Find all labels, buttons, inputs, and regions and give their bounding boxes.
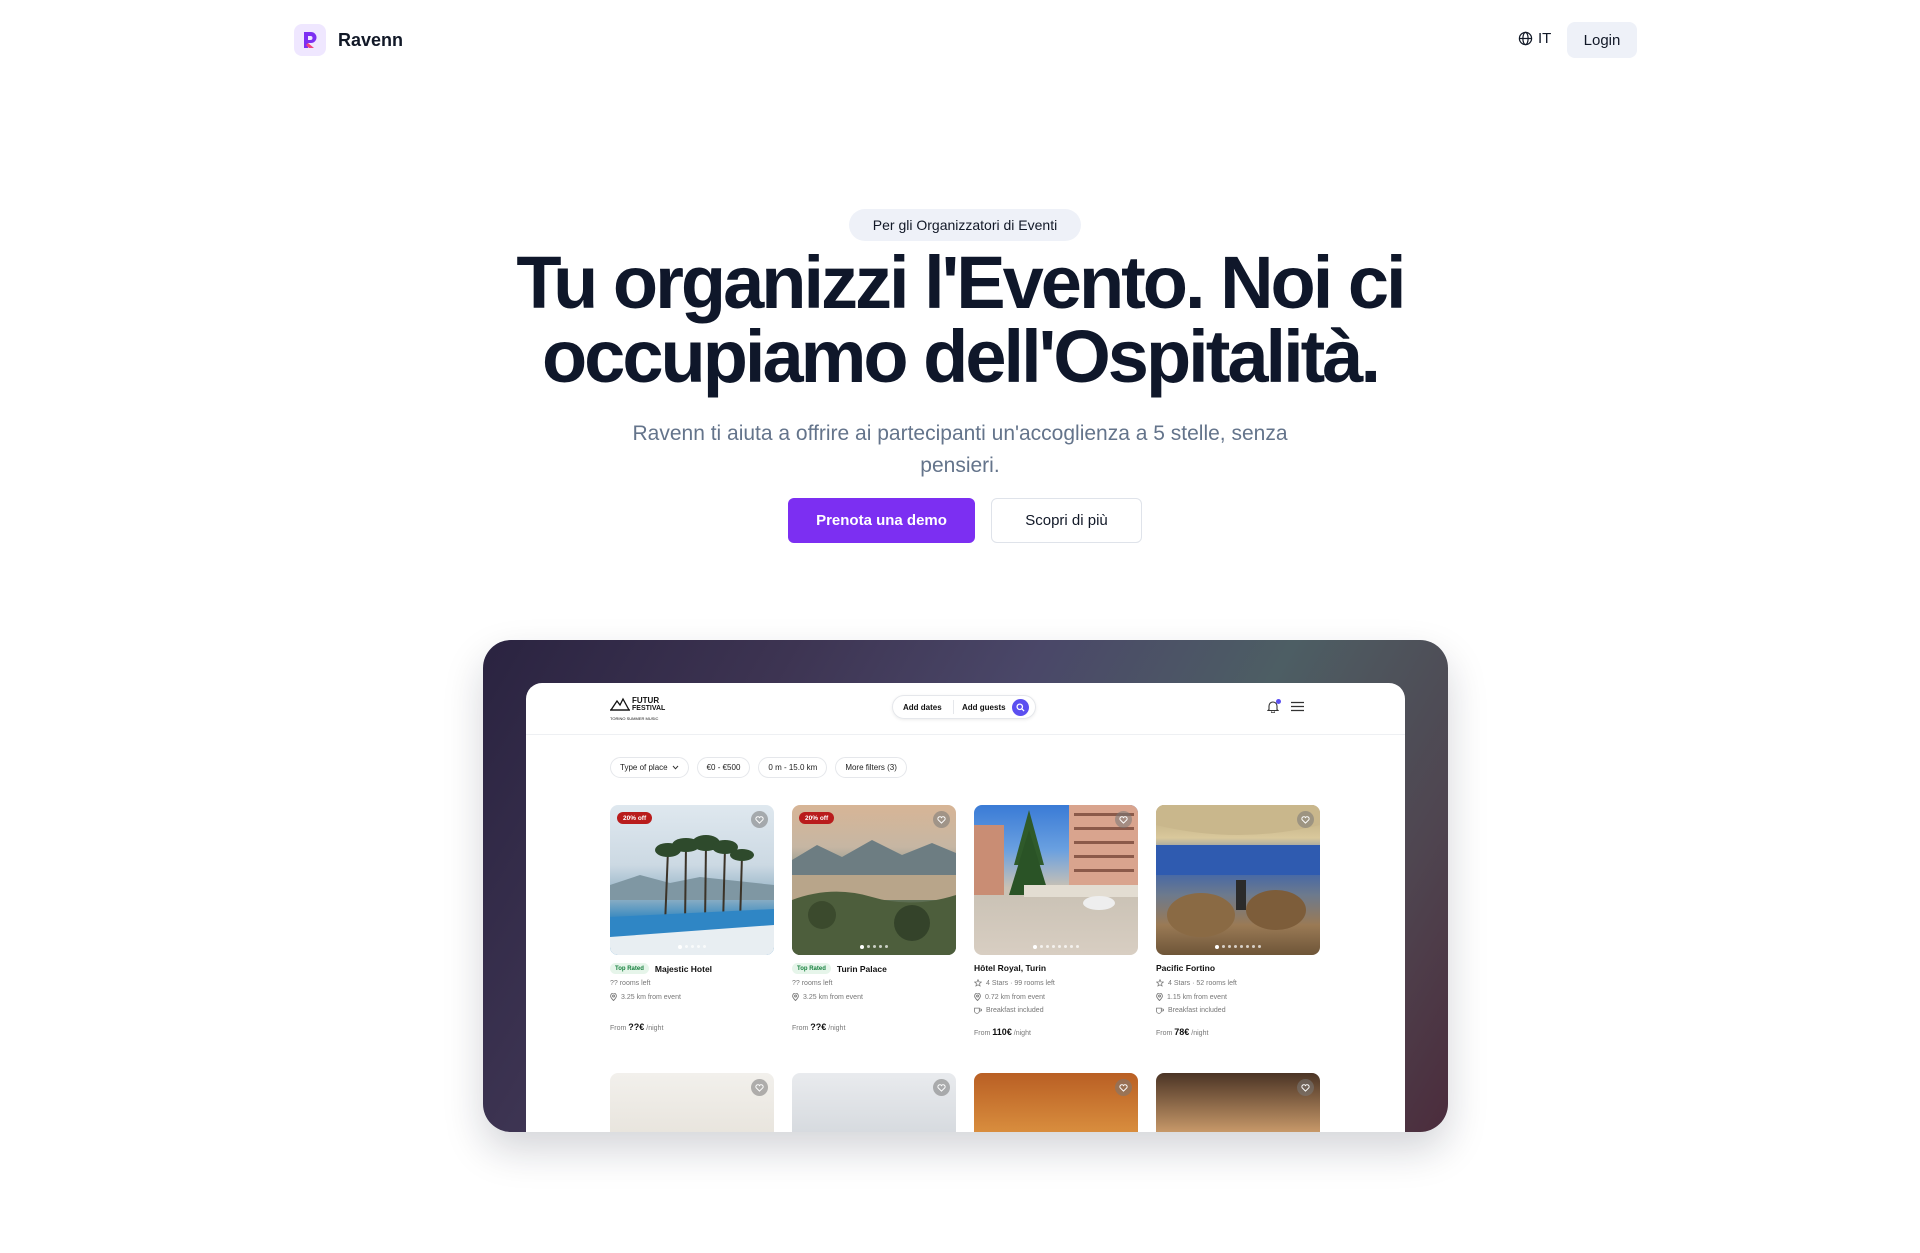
location-pin-icon [1156,993,1163,1001]
rooms-left: ?? rooms left [792,980,833,987]
event-logo-line1: FUTUR [632,696,660,705]
hotel-image[interactable] [1156,805,1320,955]
breakfast: Breakfast included [1156,1007,1320,1014]
filter-label: Type of place [620,763,668,772]
location-pin-icon [610,993,617,1001]
price: From 110€ /night [974,1027,1031,1037]
heart-icon[interactable] [751,811,768,828]
filter-type-of-place[interactable]: Type of place [610,757,689,778]
filter-bar: Type of place €0 - €500 0 m - 15.0 km Mo… [610,757,907,778]
discount-badge: 20% off [617,812,653,824]
add-dates-field[interactable]: Add dates [893,703,953,712]
price: From 78€ /night [1156,1027,1209,1037]
hotel-image[interactable]: 20% off [792,805,956,955]
star-icon [974,979,982,987]
hotel-image[interactable] [974,805,1138,955]
hotel-name: Turin Palace [836,963,887,974]
building-scene [974,805,1138,910]
hotel-image[interactable] [610,1073,774,1132]
hero-title: Tu organizzi l'Evento. Noi ci occupiamo … [516,241,1406,398]
distance: 3.25 km from event [792,993,956,1001]
image-carousel-dots [610,945,774,949]
brand[interactable]: Ravenn [294,24,403,56]
hotel-card[interactable] [792,1073,956,1132]
event-logo: FUTUR FESTIVAL TORINO SUMMER MUSIC [610,695,668,723]
notification-dot [1276,699,1281,704]
learn-more-button[interactable]: Scopri di più [991,498,1142,543]
palm-scene [610,835,774,955]
price: From ??€ /night [792,1022,846,1032]
heart-icon[interactable] [1115,811,1132,828]
brand-name: Ravenn [338,29,404,50]
rooms-left: ?? rooms left [610,980,651,987]
location-pin-icon [792,993,799,1001]
heart-icon[interactable] [933,811,950,828]
add-guests-field[interactable]: Add guests [954,703,1012,712]
discount-badge: 20% off [799,812,835,824]
distance: 1.15 km from event [1156,993,1320,1001]
distance: 3.25 km from event [610,993,774,1001]
book-demo-button[interactable]: Prenota una demo [788,498,975,543]
language-switcher[interactable]: IT [1518,30,1551,47]
image-carousel-dots [1156,945,1320,949]
language-code: IT [1538,30,1552,47]
menu-icon[interactable] [1291,701,1304,712]
filter-price[interactable]: €0 - €500 [696,757,751,778]
product-showcase: FUTUR FESTIVAL TORINO SUMMER MUSIC Add d… [483,640,1448,1132]
heart-icon[interactable] [751,1079,768,1096]
heart-icon[interactable] [1297,811,1314,828]
hotel-card[interactable] [610,1073,774,1132]
image-carousel-dots [974,945,1138,949]
heart-icon[interactable] [1297,1079,1314,1096]
login-button[interactable]: Login [1567,22,1637,58]
globe-icon [1518,31,1533,46]
heart-icon[interactable] [933,1079,950,1096]
ravenn-logo-icon [294,24,326,56]
search-button[interactable] [1012,698,1029,716]
hotel-image[interactable] [974,1073,1138,1132]
hotel-image[interactable] [792,1073,956,1132]
event-logo-line3: TORINO SUMMER MUSIC [610,716,659,721]
location-pin-icon [974,993,981,1001]
hero-subtitle: Ravenn ti aiuta a offrire ai partecipant… [632,422,1288,477]
hotel-card[interactable]: Pacific Fortino 4 Stars · 52 rooms left … [1156,805,1320,1037]
hotel-name: Hôtel Royal, Turin [974,963,1047,973]
hotel-card[interactable] [1156,1073,1320,1132]
hotel-image[interactable] [1156,1073,1320,1132]
search-icon [1016,702,1025,712]
hotel-card[interactable]: 20% off Top Rated Turin Palace ?? rooms … [792,805,956,1032]
distance: 0.72 km from event [974,993,1138,1001]
app-screenshot: FUTUR FESTIVAL TORINO SUMMER MUSIC Add d… [526,683,1405,1132]
hotel-card[interactable] [974,1073,1138,1132]
landscape-scene [792,840,956,955]
star-icon [1156,979,1164,987]
chevron-down-icon [672,765,678,770]
filter-distance[interactable]: 0 m - 15.0 km [758,757,828,778]
event-logo-line2: FESTIVAL [632,705,666,712]
hotel-image[interactable]: 20% off [610,805,774,955]
heart-icon[interactable] [1115,1079,1132,1096]
audience-badge: Per gli Organizzatori di Eventi [849,209,1081,241]
price: From ??€ /night [610,1022,664,1032]
stars-rooms: 4 Stars · 52 rooms left [1156,979,1320,987]
breakfast: Breakfast included [974,1007,1138,1014]
hotel-card[interactable]: Hôtel Royal, Turin 4 Stars · 99 rooms le… [974,805,1138,1037]
hotel-card[interactable]: 20% off Top Rated Majestic Hotel ?? room… [610,805,774,1032]
top-rated-badge: Top Rated [610,963,649,974]
search-bar[interactable]: Add dates Add guests [892,695,1036,719]
hotel-name: Pacific Fortino [1156,963,1216,973]
image-carousel-dots [792,945,956,949]
mountain-icon [610,697,630,711]
coffee-cup-icon [1156,1007,1164,1014]
top-nav: Ravenn IT Login [0,0,1920,80]
top-rated-badge: Top Rated [792,963,831,974]
stars-rooms: 4 Stars · 99 rooms left [974,979,1138,987]
filter-more[interactable]: More filters (3) [835,757,907,778]
app-header: FUTUR FESTIVAL TORINO SUMMER MUSIC Add d… [526,683,1405,735]
hotel-name: Majestic Hotel [654,963,713,974]
terrace-scene [1156,805,1320,937]
coffee-cup-icon [974,1007,982,1014]
